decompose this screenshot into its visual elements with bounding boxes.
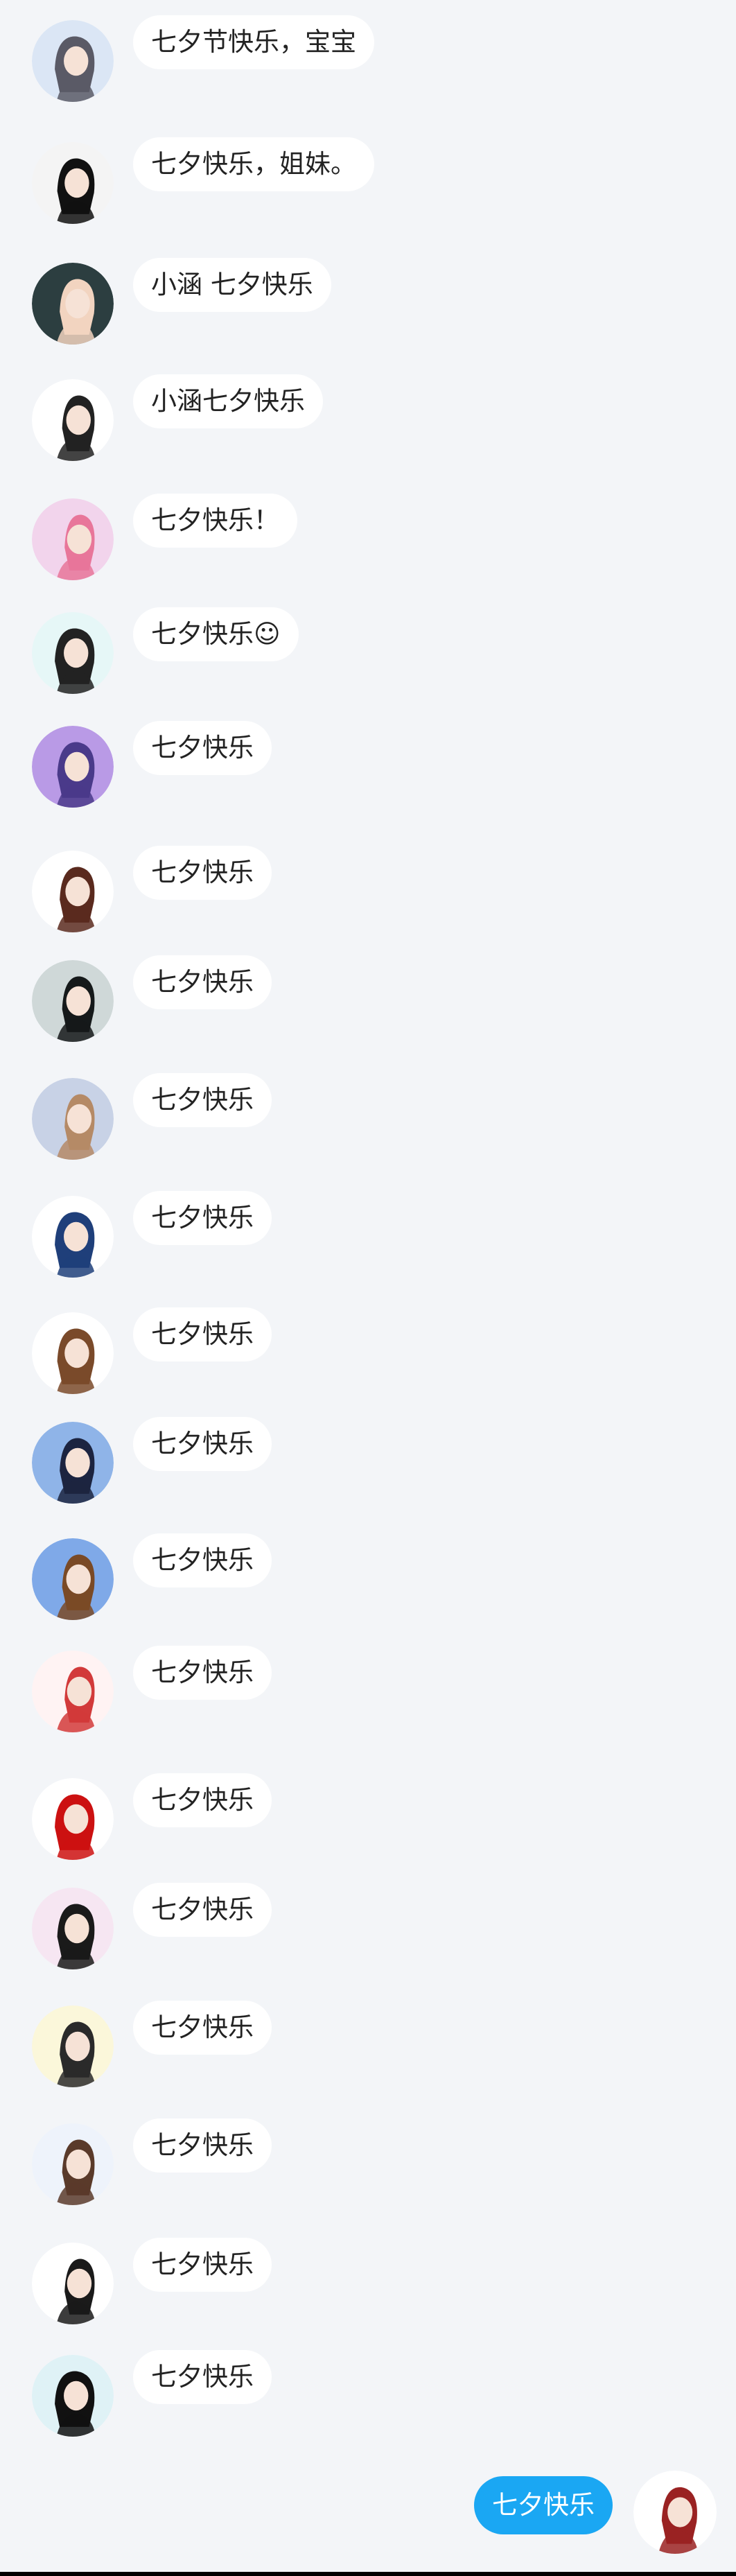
avatar-small-figure-icon[interactable] <box>32 2243 114 2324</box>
avatar-dark-dress-girl-icon[interactable] <box>32 1888 114 1969</box>
message-bubble[interactable]: 七夕快乐 <box>133 1533 272 1587</box>
avatar-standing-figure-icon[interactable] <box>32 612 114 694</box>
message-row: 七夕快乐！ <box>0 494 736 584</box>
message-bubble[interactable]: 七夕快乐 <box>133 1417 272 1471</box>
message-row: 七夕快乐 <box>0 2350 736 2440</box>
message-bubble[interactable]: 七夕快乐 <box>133 721 272 775</box>
message-row: 七夕快乐 <box>0 1073 736 1163</box>
avatar-gothic-girl-icon[interactable] <box>32 2355 114 2437</box>
message-bubble[interactable]: 七夕快乐 <box>133 955 272 1009</box>
avatar-soldier-figure-icon[interactable] <box>32 2005 114 2087</box>
avatar-brown-bob-girl-icon[interactable] <box>32 1312 114 1394</box>
message-row: 七夕快乐 <box>0 2238 736 2328</box>
message-bubble[interactable]: 七夕快乐 <box>133 2238 272 2292</box>
avatar-black-silhouette-icon[interactable] <box>32 142 114 224</box>
avatar-black-hair-man-icon[interactable] <box>32 960 114 1042</box>
message-bubble[interactable]: 七夕快乐 <box>133 1073 272 1127</box>
message-row: 七夕快乐 <box>0 1191 736 1281</box>
message-row: 七夕快乐 <box>0 1533 736 1624</box>
avatar-pink-hair-girl-icon[interactable] <box>32 498 114 580</box>
avatar-side-profile-icon[interactable] <box>32 379 114 461</box>
message-bubble[interactable]: 七夕快乐 <box>133 846 272 900</box>
message-bubble[interactable]: 七夕快乐 <box>133 1191 272 1245</box>
avatar-blue-hair-girl-icon[interactable] <box>32 1196 114 1278</box>
message-bubble[interactable]: 七夕快乐，姐妹。 <box>133 137 374 191</box>
avatar-crowned-girl-icon[interactable] <box>32 1078 114 1160</box>
avatar-couple-icon[interactable] <box>32 2123 114 2205</box>
message-bubble[interactable]: 七夕快乐 <box>133 1773 272 1827</box>
avatar-white-hair-girl-icon[interactable] <box>32 20 114 102</box>
message-bubble[interactable]: 七夕快乐☺ <box>133 607 299 661</box>
message-bubble[interactable]: 七夕快乐 <box>133 2350 272 2404</box>
message-bubble[interactable]: 小涵七夕快乐 <box>133 374 323 428</box>
message-bubble[interactable]: 七夕快乐！ <box>133 494 297 548</box>
message-row: 七夕节快乐，宝宝 <box>0 15 736 105</box>
message-bubble[interactable]: 七夕快乐 <box>133 1307 272 1361</box>
message-row: 七夕快乐☺ <box>0 607 736 697</box>
message-row: 七夕快乐，姐妹。 <box>0 137 736 227</box>
self-message-row: 七夕快乐 <box>0 2471 736 2573</box>
bottom-edge-bar <box>0 2572 736 2576</box>
avatar-red-hair-girl-icon[interactable] <box>633 2471 717 2554</box>
message-row: 七夕快乐 <box>0 955 736 1045</box>
avatar-dark-hair-boy-icon[interactable] <box>32 263 114 345</box>
avatar-red-cloak-icon[interactable] <box>32 1778 114 1860</box>
message-row: 七夕快乐 <box>0 2118 736 2209</box>
avatar-navy-hair-boy-icon[interactable] <box>32 1422 114 1504</box>
message-row: 小涵七夕快乐 <box>0 374 736 464</box>
message-row: 七夕快乐 <box>0 1773 736 1863</box>
message-row: 七夕快乐 <box>0 846 736 936</box>
message-bubble[interactable]: 七夕快乐 <box>133 2001 272 2055</box>
message-bubble[interactable]: 七夕节快乐，宝宝 <box>133 15 374 69</box>
message-bubble[interactable]: 小涵 七夕快乐 <box>133 258 331 312</box>
message-row: 七夕快乐 <box>0 721 736 811</box>
self-message-bubble[interactable]: 七夕快乐 <box>474 2476 613 2534</box>
message-row: 七夕快乐 <box>0 1883 736 1973</box>
message-row: 七夕快乐 <box>0 1417 736 1507</box>
message-row: 七夕快乐 <box>0 2001 736 2091</box>
chat-message-list[interactable]: 七夕节快乐，宝宝 七夕快乐，姐妹。 小涵 七夕快乐 小涵七夕快乐 七夕快乐！ 七夕快乐☺ 七… <box>0 0 736 2576</box>
avatar-brown-curly-hair-icon[interactable] <box>32 851 114 932</box>
message-row: 小涵 七夕快乐 <box>0 258 736 348</box>
message-row: 七夕快乐 <box>0 1646 736 1736</box>
avatar-brown-hair-boy-icon[interactable] <box>32 1538 114 1620</box>
message-bubble[interactable]: 七夕快乐 <box>133 2118 272 2173</box>
message-bubble[interactable]: 七夕快乐 <box>133 1646 272 1700</box>
message-bubble[interactable]: 七夕快乐 <box>133 1883 272 1937</box>
avatar-purple-hair-boy-icon[interactable] <box>32 726 114 808</box>
avatar-red-dress-figure-icon[interactable] <box>32 1651 114 1732</box>
message-row: 七夕快乐 <box>0 1307 736 1398</box>
